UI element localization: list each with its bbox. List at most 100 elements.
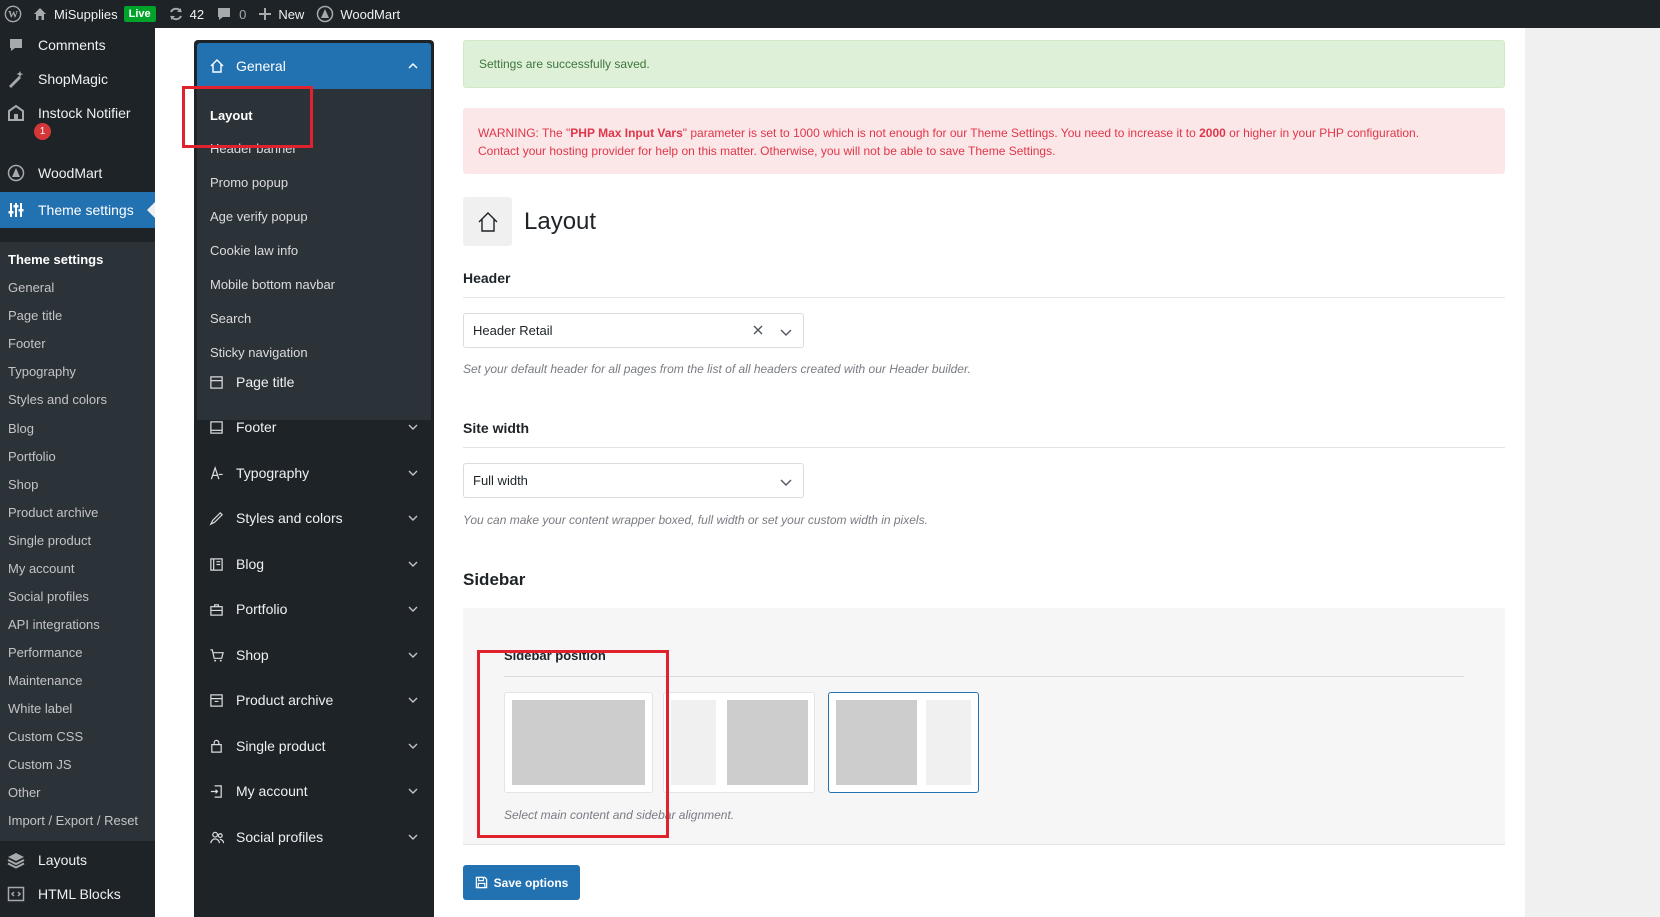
menu-item-woodmart[interactable]: WoodMart bbox=[0, 158, 155, 188]
warning-text: or higher in your PHP configuration. bbox=[1225, 126, 1420, 140]
submenu-item-product-archive[interactable]: Product archive bbox=[8, 505, 98, 520]
nav-item-footer[interactable]: Footer bbox=[197, 404, 431, 450]
home-icon bbox=[463, 197, 512, 246]
new-content-link[interactable]: New bbox=[252, 0, 310, 28]
theme-settings-submenu: Theme settings General Page title Footer Typ… bbox=[0, 242, 155, 841]
submenu-item-my-account[interactable]: My account bbox=[8, 561, 74, 576]
menu-item-layouts[interactable]: Layouts bbox=[0, 845, 155, 875]
submenu-item-shop[interactable]: Shop bbox=[8, 477, 38, 492]
subnav-item-cookie-law-info[interactable]: Cookie law info bbox=[210, 243, 298, 258]
comments-link[interactable]: 0 bbox=[210, 0, 252, 28]
chevron-down-icon bbox=[407, 557, 419, 573]
nav-label: General bbox=[236, 58, 286, 74]
nav-item-product-archive[interactable]: Product archive bbox=[197, 677, 431, 723]
sidebar-option-left[interactable] bbox=[663, 692, 815, 793]
comment-icon bbox=[216, 6, 232, 22]
woodmart-link[interactable]: WoodMart bbox=[310, 0, 406, 28]
content-block bbox=[727, 700, 808, 785]
nav-item-styles-and-colors[interactable]: Styles and colors bbox=[197, 495, 431, 541]
menu-label: Theme settings bbox=[38, 202, 134, 218]
menu-item-theme-settings[interactable]: Theme settings bbox=[0, 192, 155, 228]
submenu-item-footer[interactable]: Footer bbox=[8, 336, 46, 351]
header-label: Header bbox=[463, 270, 511, 286]
submenu-item-single-product[interactable]: Single product bbox=[8, 533, 91, 548]
login-icon bbox=[209, 784, 227, 799]
header-select[interactable]: Header Retail bbox=[463, 313, 804, 348]
sidebar-option-right[interactable] bbox=[828, 692, 979, 793]
submenu-item-maintenance[interactable]: Maintenance bbox=[8, 673, 82, 688]
site-name: MiSupplies bbox=[54, 6, 118, 22]
layers-icon bbox=[6, 850, 26, 870]
warning-bold: 2000 bbox=[1199, 126, 1226, 140]
submenu-item-typography[interactable]: Typography bbox=[8, 364, 76, 379]
submenu-item-performance[interactable]: Performance bbox=[8, 645, 82, 660]
nav-item-social-profiles[interactable]: Social profiles bbox=[197, 814, 431, 860]
submenu-item-custom-js[interactable]: Custom JS bbox=[8, 757, 72, 772]
new-label: New bbox=[278, 6, 305, 22]
sliders-icon bbox=[6, 200, 26, 220]
submenu-item-styles-and-colors[interactable]: Styles and colors bbox=[8, 392, 107, 407]
divider bbox=[463, 447, 1505, 448]
subnav-item-mobile-bottom-navbar[interactable]: Mobile bottom navbar bbox=[210, 277, 335, 292]
subnav-item-promo-popup[interactable]: Promo popup bbox=[210, 175, 288, 190]
subnav-item-sticky-navigation[interactable]: Sticky navigation bbox=[210, 345, 308, 360]
submenu-item-api-integrations[interactable]: API integrations bbox=[8, 617, 100, 632]
submenu-item-white-label[interactable]: White label bbox=[8, 701, 72, 716]
users-icon bbox=[209, 830, 227, 845]
clear-icon[interactable] bbox=[751, 323, 765, 340]
nav-item-page-title[interactable]: Page title bbox=[197, 359, 431, 405]
site-width-select-value: Full width bbox=[473, 473, 528, 488]
woodmart-label: WoodMart bbox=[340, 6, 401, 22]
submenu-item-general[interactable]: General bbox=[8, 280, 54, 295]
subnav-item-search[interactable]: Search bbox=[210, 311, 251, 326]
nav-item-single-product[interactable]: Single product bbox=[197, 723, 431, 769]
annotation-highlight-layout bbox=[182, 86, 313, 148]
refresh-icon bbox=[168, 6, 184, 22]
site-name-link[interactable]: MiSupplies Live bbox=[26, 0, 162, 28]
notification-badge: 1 bbox=[34, 123, 51, 140]
page-title-icon bbox=[209, 375, 227, 390]
wp-admin-menu: Comments ShopMagic Instock Notifier 1 Wo… bbox=[0, 28, 155, 917]
page-title: Layout bbox=[524, 207, 597, 235]
svg-text:W: W bbox=[8, 10, 18, 21]
warning-text: Contact your hosting provider for help o… bbox=[478, 144, 1056, 158]
nav-label: Blog bbox=[236, 556, 265, 572]
nav-item-shop[interactable]: Shop bbox=[197, 632, 431, 678]
nav-label: Typography bbox=[236, 465, 310, 481]
nav-item-my-account[interactable]: My account bbox=[197, 768, 431, 814]
active-arrow bbox=[147, 202, 155, 218]
menu-label: WoodMart bbox=[38, 165, 103, 181]
site-width-help: You can make your content wrapper boxed,… bbox=[463, 513, 928, 527]
theme-settings-nav: General Layout Header banner Promo popup Ag… bbox=[194, 40, 434, 917]
submenu-item-other[interactable]: Other bbox=[8, 785, 41, 800]
nav-item-portfolio[interactable]: Portfolio bbox=[197, 586, 431, 632]
menu-item-html-blocks[interactable]: HTML Blocks bbox=[0, 879, 155, 909]
nav-label: Product archive bbox=[236, 692, 334, 708]
submenu-item-custom-css[interactable]: Custom CSS bbox=[8, 729, 83, 744]
save-options-button[interactable]: Save options bbox=[463, 865, 580, 900]
menu-item-shopmagic[interactable]: ShopMagic bbox=[0, 64, 155, 94]
header-select-value: Header Retail bbox=[473, 323, 553, 338]
wand-icon bbox=[6, 69, 26, 89]
submenu-item-portfolio[interactable]: Portfolio bbox=[8, 449, 56, 464]
nav-label: Styles and colors bbox=[236, 510, 343, 526]
chevron-down-icon bbox=[407, 648, 419, 664]
subnav-item-age-verify-popup[interactable]: Age verify popup bbox=[210, 209, 308, 224]
submenu-item-page-title[interactable]: Page title bbox=[8, 308, 62, 323]
site-width-select[interactable]: Full width bbox=[463, 463, 804, 498]
store-icon bbox=[6, 103, 26, 123]
submenu-item-import-export-reset[interactable]: Import / Export / Reset bbox=[8, 813, 138, 828]
submenu-item-social-profiles[interactable]: Social profiles bbox=[8, 589, 89, 604]
nav-item-typography[interactable]: Typography bbox=[197, 450, 431, 496]
nav-label: Shop bbox=[236, 647, 269, 663]
menu-item-instock-notifier[interactable]: Instock Notifier bbox=[0, 98, 155, 128]
chevron-down-icon bbox=[407, 830, 419, 846]
menu-label: Layouts bbox=[38, 852, 88, 868]
nav-item-general[interactable]: General bbox=[197, 43, 431, 89]
updates-link[interactable]: 42 bbox=[162, 0, 210, 28]
submenu-item-blog[interactable]: Blog bbox=[8, 421, 34, 436]
nav-item-blog[interactable]: Blog bbox=[197, 541, 431, 587]
submenu-item-theme-settings[interactable]: Theme settings bbox=[8, 252, 103, 267]
menu-item-comments[interactable]: Comments bbox=[0, 30, 155, 60]
wordpress-logo-icon[interactable]: W bbox=[0, 0, 26, 28]
